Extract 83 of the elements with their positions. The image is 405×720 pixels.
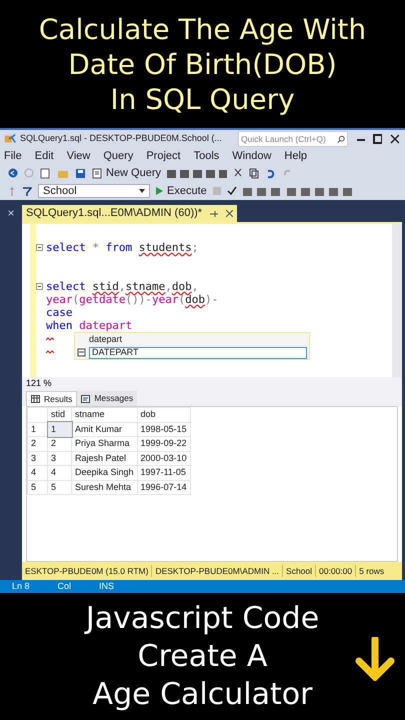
maximize-icon[interactable]: [373, 134, 382, 144]
autocomplete-header: datepart: [88, 333, 124, 346]
app-logo-icon: [4, 133, 16, 145]
table-cell: 3: [48, 451, 72, 466]
column-header: stname: [72, 408, 138, 422]
cut-icon[interactable]: [233, 168, 244, 178]
code-line: year(getdate())-year(dob)-: [46, 293, 218, 306]
caption-line: Age Calculator: [92, 676, 312, 714]
grid-icon: [31, 395, 40, 403]
caption-line: Javascript Code: [86, 600, 320, 638]
table-cell: Deepika Singh: [72, 466, 138, 480]
undo-icon[interactable]: [265, 168, 276, 178]
table-cell: 2000-03-10: [137, 451, 190, 466]
database-dropdown[interactable]: School: [38, 184, 150, 198]
status-text: INS: [99, 580, 114, 593]
code-line: when datepart: [46, 319, 132, 332]
menu-item[interactable]: Help: [284, 148, 308, 164]
row-number: 2: [28, 436, 48, 451]
new-query-button[interactable]: New Query: [92, 164, 162, 182]
checkmark-icon[interactable]: [226, 186, 237, 196]
messages-icon: [81, 394, 90, 402]
table-cell: Rajesh Patel: [72, 451, 138, 466]
row-number: 5: [28, 480, 48, 494]
code-line: select stid,stname,dob,: [46, 280, 198, 293]
execute-button[interactable]: Execute: [156, 182, 207, 200]
down-arrow-icon: [355, 637, 395, 681]
results-tab[interactable]: Results: [26, 391, 78, 406]
table-cell: Amit Kumar: [72, 422, 138, 436]
window-title: SQLQuery1.sql - DESKTOP-PBUDE0M.School (...: [20, 132, 222, 146]
document-tab[interactable]: SQLQuery1.sql...E0M\ADMIN (60))*: [22, 205, 238, 222]
menu-item[interactable]: Window: [232, 148, 272, 164]
close-panel-button[interactable]: ×: [7, 205, 14, 222]
search-icon: [337, 134, 345, 144]
menu-item[interactable]: Query: [103, 148, 134, 164]
results-tab[interactable]: Messages: [77, 391, 138, 406]
table-cell: 1998-05-15: [137, 422, 190, 436]
headline: Calculate The Age With: [38, 12, 366, 46]
column-header: dob: [137, 408, 190, 422]
suggestion-item[interactable]: DATEPART: [89, 346, 307, 358]
menu-item[interactable]: View: [66, 148, 90, 164]
play-icon: [156, 187, 163, 195]
status-text: ESKTOP-PBUDE0M (15.0 RTM): [24, 564, 150, 578]
menu-item[interactable]: Edit: [34, 148, 54, 164]
quick-launch-field[interactable]: Quick Launch (Ctrl+Q): [238, 131, 348, 147]
row-number: 4: [28, 466, 48, 480]
new-file-icon[interactable]: [40, 168, 51, 178]
table-cell: 4: [48, 466, 72, 480]
caption-line: Create A: [138, 638, 268, 676]
scrollbar[interactable]: [392, 224, 402, 377]
table-cell: 1996-07-14: [137, 480, 190, 494]
row-number: 3: [28, 451, 48, 466]
table-cell: Priya Sharma: [72, 436, 138, 451]
collapse-icon[interactable]: [36, 283, 43, 290]
copy-icon[interactable]: [249, 168, 260, 178]
menu-item[interactable]: Project: [146, 148, 181, 164]
error-squiggle-icon: [46, 336, 54, 340]
menu-item[interactable]: Tools: [194, 148, 220, 164]
status-text: 00:00:00: [315, 564, 356, 578]
error-squiggle-icon: [46, 350, 54, 354]
caret-icon: [139, 189, 145, 193]
back-icon[interactable]: [8, 168, 18, 178]
status-text: Ln 8: [12, 580, 30, 593]
table-cell: 1997-11-05: [137, 466, 190, 480]
close-icon[interactable]: [226, 210, 234, 217]
status-text: School: [282, 564, 316, 578]
table-cell: Suresh Mehta: [72, 480, 138, 494]
table-cell: 5: [48, 480, 72, 494]
headline: Date Of Birth(DOB): [68, 46, 337, 82]
table-cell: 2: [48, 436, 72, 451]
table-cell: 1999-09-22: [137, 436, 190, 451]
save-icon[interactable]: [75, 168, 86, 178]
headline: In SQL Query: [110, 82, 295, 116]
table-cell: 1: [48, 422, 72, 436]
collapse-icon[interactable]: [36, 244, 43, 251]
status-text: 5 rows: [355, 564, 388, 578]
code-line: select * from students;: [46, 241, 198, 254]
status-text: DESKTOP-PBUDE0M\ADMIN ...: [151, 564, 282, 578]
zoom-level[interactable]: 121 %: [26, 376, 52, 390]
new-query-icon: [92, 168, 102, 178]
status-text: Col: [58, 580, 72, 593]
code-line: case: [46, 306, 72, 319]
menu-item[interactable]: File: [4, 148, 22, 164]
close-icon[interactable]: [390, 134, 399, 144]
